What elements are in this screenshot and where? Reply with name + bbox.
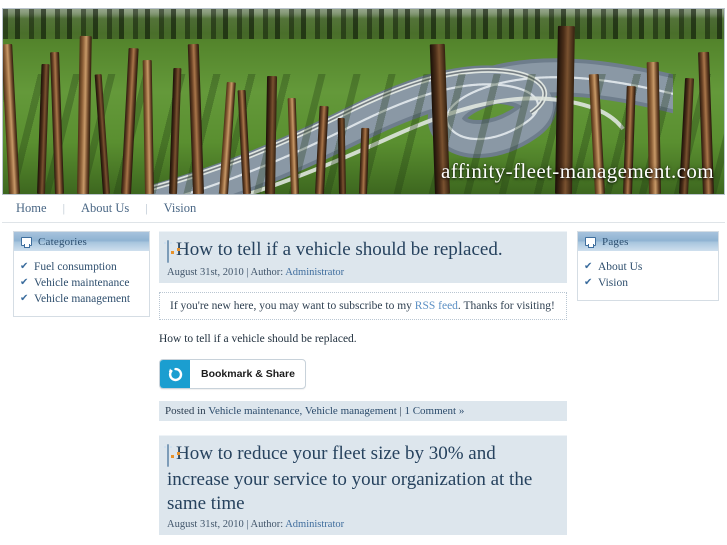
- page-root: affinity-fleet-management.com Home | Abo…: [0, 0, 727, 545]
- screen-icon: [585, 237, 596, 248]
- bookmark-share-label: Bookmark & Share: [201, 368, 295, 380]
- widget-pages-title: Pages: [602, 235, 629, 248]
- main-navigation: Home | About Us | Vision: [2, 195, 725, 223]
- addthis-icon: [160, 360, 190, 388]
- category-link[interactable]: Fuel consumption: [34, 261, 117, 273]
- tree-trunk: [265, 75, 278, 194]
- list-item[interactable]: ✔ Fuel consumption: [20, 259, 143, 275]
- widget-pages-body: ✔ About Us ✔ Vision: [578, 252, 718, 300]
- post-meta: August 31st, 2010 | Author: Administrato…: [167, 267, 559, 278]
- post-item: How to tell if a vehicle should be repla…: [159, 231, 567, 421]
- rss-notice-text-after: . Thanks for visiting!: [457, 300, 555, 312]
- check-icon: ✔: [20, 261, 29, 272]
- nav-item-home[interactable]: Home: [14, 201, 49, 216]
- nav-item-about-us[interactable]: About Us: [79, 201, 131, 216]
- banner-photo-forest-road: affinity-fleet-management.com: [3, 9, 724, 194]
- content-area: Categories ✔ Fuel consumption ✔ Vehicle …: [0, 223, 727, 545]
- post-date: August 31st, 2010: [167, 267, 244, 278]
- bookmark-share-button[interactable]: Bookmark & Share: [159, 359, 306, 389]
- widget-categories: Categories ✔ Fuel consumption ✔ Vehicle …: [13, 231, 150, 317]
- calendar-icon: [167, 240, 180, 264]
- banner-forest-background: [3, 9, 724, 39]
- widget-categories-title: Categories: [38, 235, 88, 248]
- screen-icon: [21, 237, 32, 248]
- post-excerpt: How to tell if a vehicle should be repla…: [159, 333, 357, 345]
- nav-separator: |: [145, 201, 148, 215]
- post-header: How to reduce your fleet size by 30% and…: [159, 435, 567, 535]
- post-comments-link[interactable]: 1 Comment »: [404, 405, 464, 417]
- post-meta-separator: | Author:: [246, 267, 284, 278]
- post-title-text: How to reduce your fleet size by 30% and…: [167, 443, 533, 514]
- check-icon: ✔: [584, 261, 593, 272]
- list-item[interactable]: ✔ Vehicle maintenance: [20, 275, 143, 291]
- post-item: How to reduce your fleet size by 30% and…: [159, 435, 567, 545]
- page-link[interactable]: About Us: [598, 261, 642, 273]
- post-title[interactable]: How to reduce your fleet size by 30% and…: [167, 442, 559, 516]
- pages-list: ✔ About Us ✔ Vision: [584, 259, 712, 291]
- check-icon: ✔: [584, 277, 593, 288]
- posted-in-label: Posted in: [165, 405, 206, 417]
- post-meta-separator: | Author:: [246, 519, 284, 530]
- post-footer: Posted in Vehicle maintenance, Vehicle m…: [159, 401, 567, 421]
- post-meta: August 31st, 2010 | Author: Administrato…: [167, 519, 559, 530]
- tree-trunk: [337, 117, 346, 194]
- post-author-link[interactable]: Administrator: [285, 519, 344, 530]
- sidebar-right: Pages ✔ About Us ✔ Vision: [577, 231, 723, 313]
- widget-categories-body: ✔ Fuel consumption ✔ Vehicle maintenance…: [14, 252, 149, 316]
- widget-categories-header: Categories: [14, 232, 149, 252]
- post-header: How to tell if a vehicle should be repla…: [159, 231, 567, 283]
- post-categories-link[interactable]: Vehicle maintenance, Vehicle management: [208, 405, 397, 417]
- check-icon: ✔: [20, 277, 29, 288]
- footer-separator: |: [399, 405, 402, 417]
- page-link[interactable]: Vision: [598, 277, 628, 289]
- list-item[interactable]: ✔ Vehicle management: [20, 291, 143, 307]
- category-link[interactable]: Vehicle management: [34, 293, 130, 305]
- sidebar-left: Categories ✔ Fuel consumption ✔ Vehicle …: [4, 231, 150, 329]
- widget-pages-header: Pages: [578, 232, 718, 252]
- rss-feed-link[interactable]: RSS feed: [415, 300, 458, 312]
- main-column: How to tell if a vehicle should be repla…: [150, 231, 577, 545]
- list-item[interactable]: ✔ Vision: [584, 275, 712, 291]
- list-item[interactable]: ✔ About Us: [584, 259, 712, 275]
- post-date: August 31st, 2010: [167, 519, 244, 530]
- category-list: ✔ Fuel consumption ✔ Vehicle maintenance…: [20, 259, 143, 307]
- category-link[interactable]: Vehicle maintenance: [34, 277, 129, 289]
- post-title-text: How to tell if a vehicle should be repla…: [176, 239, 503, 260]
- site-title: affinity-fleet-management.com: [440, 159, 714, 183]
- nav-item-vision[interactable]: Vision: [162, 201, 199, 216]
- nav-separator: |: [62, 201, 65, 215]
- post-title[interactable]: How to tell if a vehicle should be repla…: [167, 238, 559, 264]
- rss-notice-text-before: If you're new here, you may want to subs…: [170, 300, 415, 312]
- header-banner: affinity-fleet-management.com: [2, 8, 725, 195]
- calendar-icon: [167, 444, 180, 468]
- check-icon: ✔: [20, 293, 29, 304]
- post-author-link[interactable]: Administrator: [285, 267, 344, 278]
- rss-subscribe-notice: If you're new here, you may want to subs…: [159, 292, 567, 320]
- widget-pages: Pages ✔ About Us ✔ Vision: [577, 231, 719, 301]
